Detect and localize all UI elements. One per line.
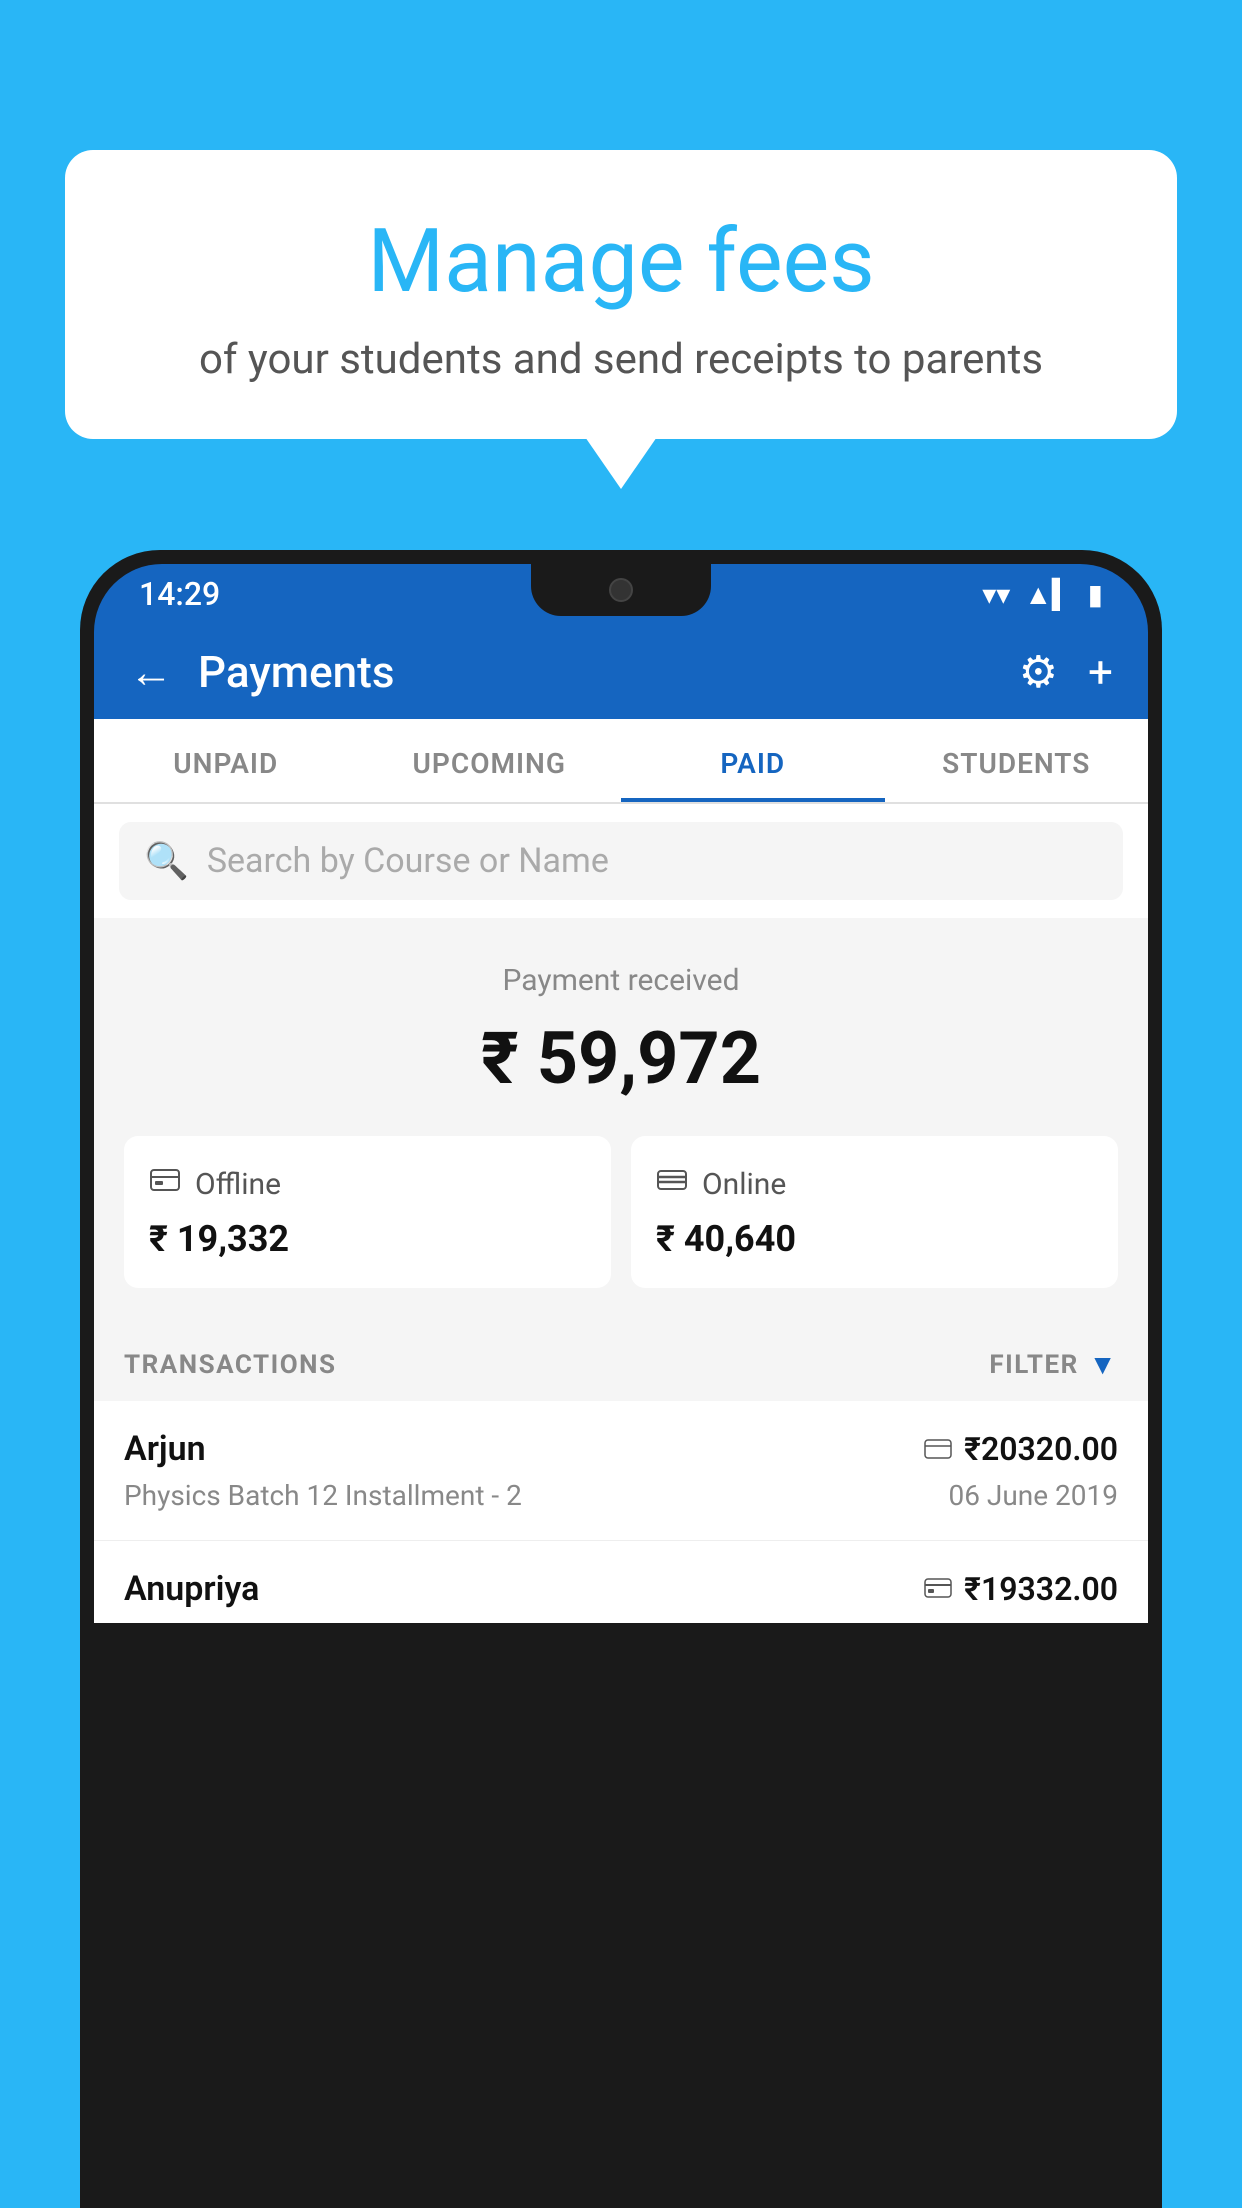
add-icon[interactable]: + <box>1088 646 1113 698</box>
bubble-subtitle: of your students and send receipts to pa… <box>145 335 1097 384</box>
transaction-amount-row-2: ₹19332.00 <box>924 1570 1118 1608</box>
online-label: Online <box>702 1167 786 1202</box>
app-content: 🔍 Search by Course or Name Payment recei… <box>94 804 1148 1623</box>
transaction-amount-2: ₹19332.00 <box>964 1570 1118 1608</box>
payment-summary: Payment received ₹ 59,972 <box>94 918 1148 1318</box>
tab-upcoming[interactable]: UPCOMING <box>358 719 622 802</box>
speech-bubble-container: Manage fees of your students and send re… <box>65 150 1177 439</box>
signal-icon: ▲▍ <box>1024 578 1073 611</box>
transactions-label: TRANSACTIONS <box>124 1350 336 1380</box>
offline-amount: ₹ 19,332 <box>149 1218 289 1260</box>
filter-icon: ▼ <box>1089 1348 1118 1381</box>
camera <box>609 578 633 602</box>
tab-paid[interactable]: PAID <box>621 719 885 802</box>
payment-total-amount: ₹ 59,972 <box>124 1016 1118 1101</box>
online-label-row: Online <box>656 1164 786 1204</box>
header-title: Payments <box>198 646 994 698</box>
tabs-bar: UNPAID UPCOMING PAID STUDENTS <box>94 719 1148 804</box>
offline-icon <box>149 1164 181 1204</box>
settings-icon[interactable]: ⚙ <box>1019 646 1058 698</box>
battery-icon: ▮ <box>1088 578 1103 611</box>
transaction-row: Arjun ₹20320.00 Physics Batch 12 Install… <box>94 1401 1148 1541</box>
app-header: ← Payments ⚙ + <box>94 624 1148 719</box>
payment-received-label: Payment received <box>124 963 1118 998</box>
transaction-payment-icon <box>924 1433 952 1466</box>
search-placeholder: Search by Course or Name <box>207 841 609 881</box>
filter-button[interactable]: FILTER ▼ <box>989 1348 1118 1381</box>
header-icons: ⚙ + <box>1019 646 1113 698</box>
back-button[interactable]: ← <box>129 646 173 698</box>
phone-notch <box>531 564 711 616</box>
search-icon: 🔍 <box>144 840 189 882</box>
offline-payment-card: Offline ₹ 19,332 <box>124 1136 611 1288</box>
payment-cards: Offline ₹ 19,332 <box>124 1136 1118 1288</box>
phone-inner: 14:29 ▾▾ ▲▍ ▮ ← Payments ⚙ + UNPAID UPCO… <box>94 564 1148 2194</box>
wifi-icon: ▾▾ <box>982 578 1010 611</box>
search-bar[interactable]: 🔍 Search by Course or Name <box>119 822 1123 900</box>
status-time: 14:29 <box>139 575 220 613</box>
transaction-bottom: Physics Batch 12 Installment - 2 06 June… <box>124 1479 1118 1512</box>
transaction-date: 06 June 2019 <box>948 1479 1118 1512</box>
phone-frame: 14:29 ▾▾ ▲▍ ▮ ← Payments ⚙ + UNPAID UPCO… <box>80 550 1162 2208</box>
tab-students[interactable]: STUDENTS <box>885 719 1149 802</box>
transaction-top: Arjun ₹20320.00 <box>124 1429 1118 1469</box>
online-amount: ₹ 40,640 <box>656 1218 796 1260</box>
status-icons: ▾▾ ▲▍ ▮ <box>982 578 1103 611</box>
transaction-row-partial: Anupriya ₹19332.00 <box>94 1541 1148 1623</box>
speech-bubble: Manage fees of your students and send re… <box>65 150 1177 439</box>
transaction-course: Physics Batch 12 Installment - 2 <box>124 1479 522 1512</box>
transaction-amount: ₹20320.00 <box>964 1430 1118 1468</box>
transaction-payment-icon-2 <box>924 1573 952 1606</box>
search-container: 🔍 Search by Course or Name <box>94 804 1148 918</box>
offline-label-row: Offline <box>149 1164 281 1204</box>
transaction-amount-row: ₹20320.00 <box>924 1430 1118 1468</box>
transactions-header: TRANSACTIONS FILTER ▼ <box>94 1318 1148 1401</box>
offline-label: Offline <box>195 1167 281 1202</box>
tab-unpaid[interactable]: UNPAID <box>94 719 358 802</box>
transaction-name: Arjun <box>124 1429 206 1469</box>
transaction-name-2: Anupriya <box>124 1569 259 1609</box>
bubble-title: Manage fees <box>145 210 1097 313</box>
online-icon <box>656 1164 688 1204</box>
filter-label: FILTER <box>989 1350 1078 1380</box>
online-payment-card: Online ₹ 40,640 <box>631 1136 1118 1288</box>
